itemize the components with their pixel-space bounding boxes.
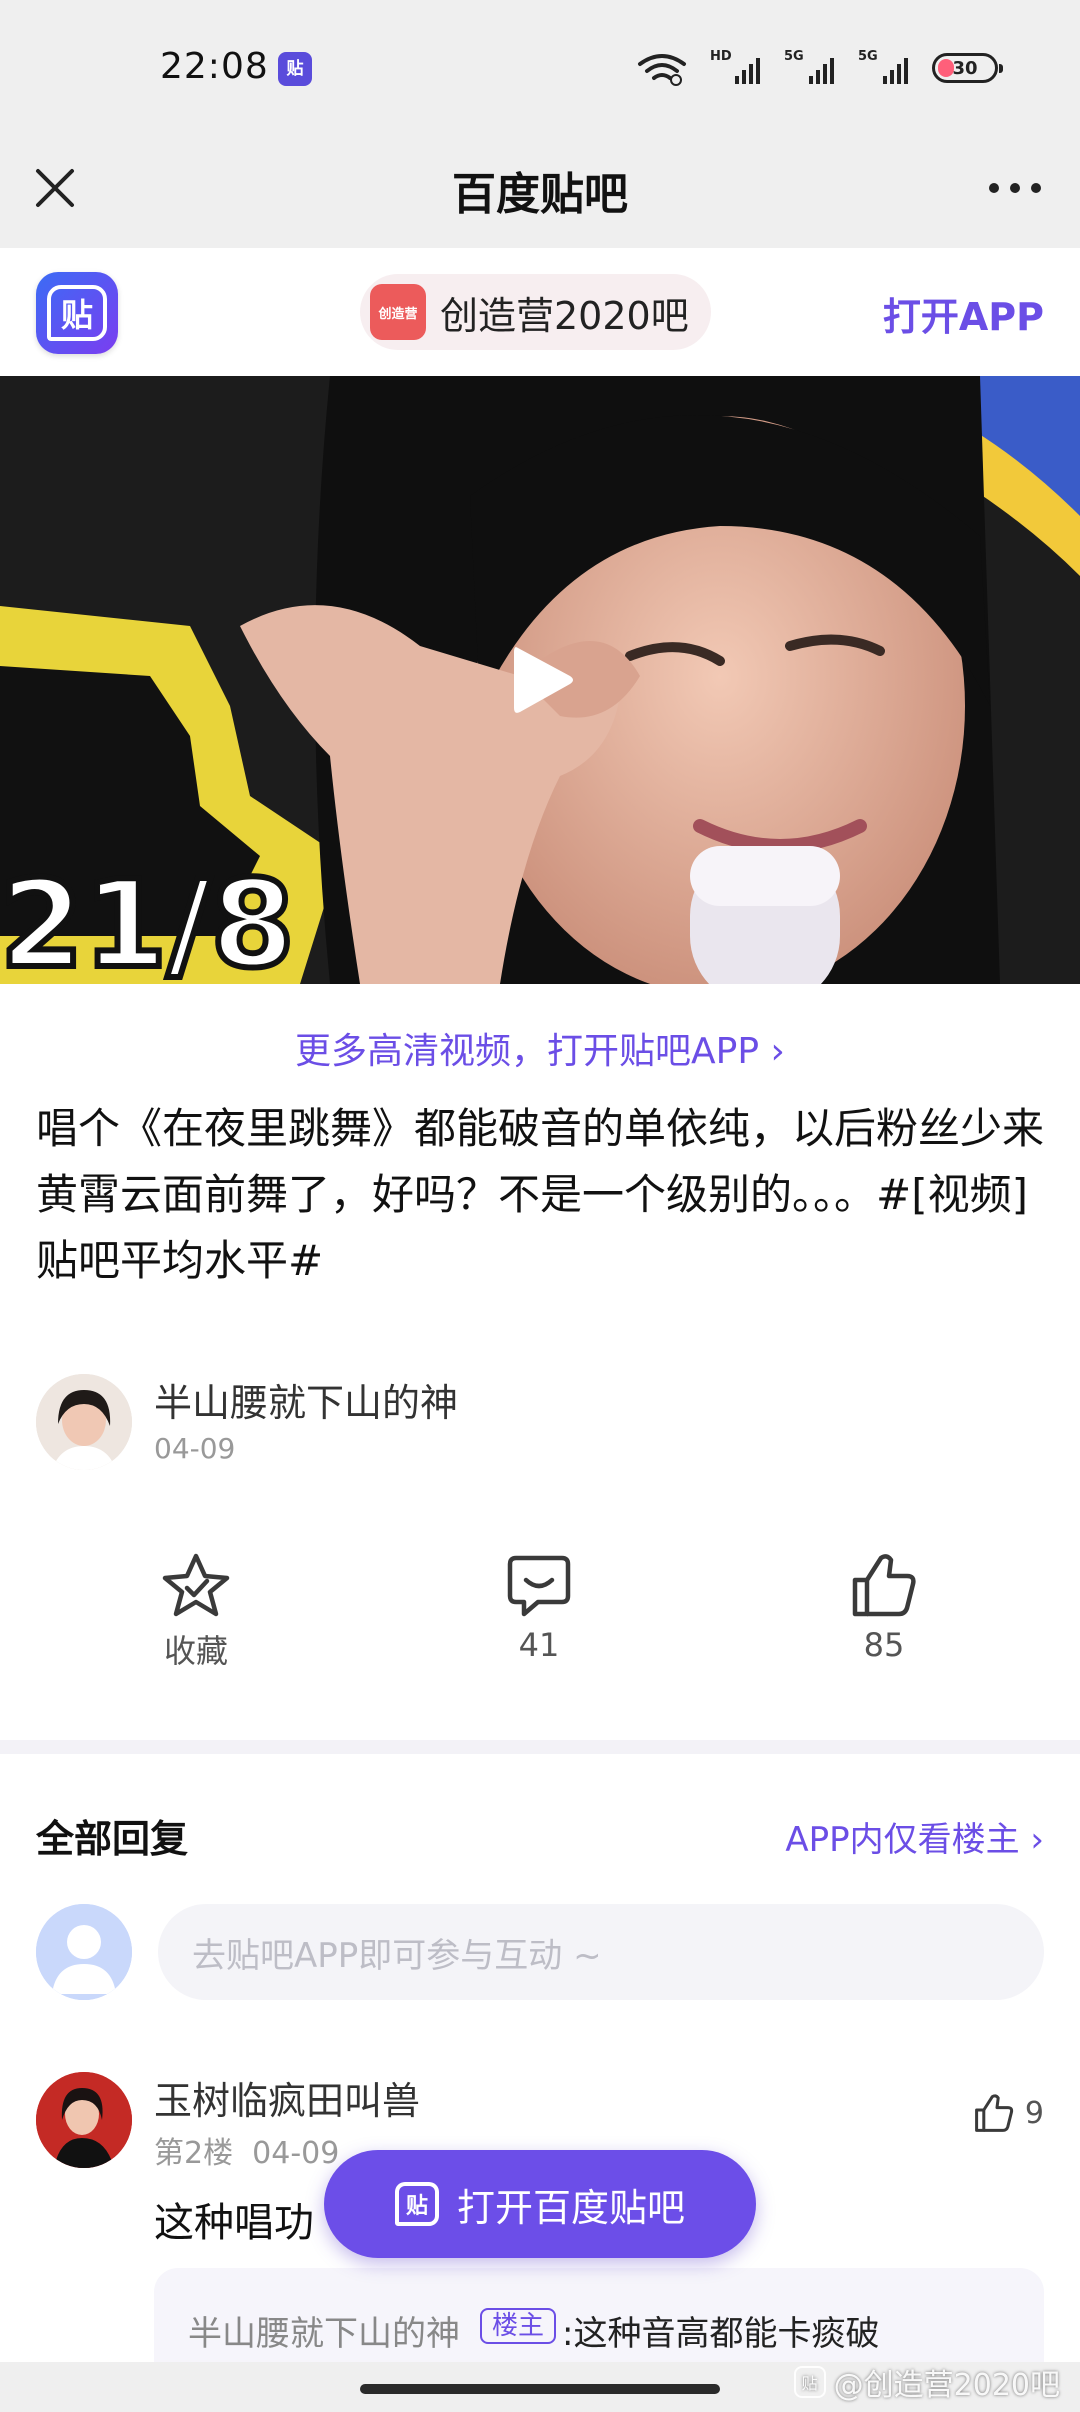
status-time: 22:08 xyxy=(160,46,269,87)
reply-input[interactable]: 去贴吧APP即可参与互动 ~ xyxy=(158,1904,1044,2000)
watermark-icon: 贴 xyxy=(793,2366,826,2398)
only-op-link[interactable]: APP内仅看楼主 › xyxy=(785,1812,1044,1861)
5g-signal-icon: 5G xyxy=(784,50,836,86)
status-icons: HD 5G 5G 30 xyxy=(636,48,1003,88)
commenter-name[interactable]: 玉树临疯田叫兽 xyxy=(154,2070,420,2125)
forum-name: 创造营2020吧 xyxy=(440,293,689,338)
forum-chip[interactable]: 创造营 创造营2020吧 xyxy=(360,274,711,350)
author-avatar[interactable] xyxy=(36,1374,132,1470)
star-icon xyxy=(162,1553,230,1617)
forum-icon: 创造营 xyxy=(370,284,426,340)
comment-floor: 第2楼 xyxy=(154,2136,234,2171)
status-bar: 22:08 贴 HD 5G 5G 30 xyxy=(0,0,1080,130)
tieba-notification-icon: 贴 xyxy=(278,52,312,86)
op-badge: 楼主 xyxy=(480,2308,557,2344)
section-divider xyxy=(0,1740,1080,1754)
user-avatar xyxy=(36,1904,132,2000)
signal-label: 5G xyxy=(784,49,804,64)
like-button[interactable]: 85 xyxy=(784,1550,984,1664)
comment-like-button[interactable]: 9 xyxy=(973,2092,1044,2134)
post-date: 04-09 xyxy=(154,1432,236,1465)
comment-date: 04-09 xyxy=(252,2136,340,2171)
comment-meta: 第2楼 04-09 xyxy=(154,2128,339,2172)
watermark: 贴 @创造营2020吧 xyxy=(793,2360,1060,2404)
quote-author: 半山腰就下山的神 xyxy=(188,2314,460,2354)
comment-button[interactable]: 41 xyxy=(439,1550,639,1664)
favorite-label: 收藏 xyxy=(163,1632,228,1670)
hd-signal-icon: HD xyxy=(710,50,762,86)
signal-label: HD xyxy=(710,49,732,64)
open-app-link[interactable]: 打开APP xyxy=(883,286,1044,341)
title-bar: 百度贴吧 xyxy=(0,130,1080,248)
watermark-text: @创造营2020吧 xyxy=(833,2368,1060,2403)
page-title: 百度贴吧 xyxy=(452,169,628,220)
post-title: 唱个《在夜里跳舞》都能破音的单依纯，以后粉丝少来黄霄云面前舞了，好吗？不是一个级… xyxy=(36,1104,1045,1285)
tieba-logo[interactable]: 贴 xyxy=(36,272,118,354)
replies-title: 全部回复 xyxy=(36,1817,189,1861)
more-button[interactable] xyxy=(980,160,1050,216)
more-hd-video-link[interactable]: 更多高清视频，打开贴吧APP › xyxy=(0,1022,1080,1074)
svg-text:21/8: 21/8 xyxy=(0,856,294,984)
commenter-avatar[interactable] xyxy=(36,2072,132,2168)
thumbs-up-icon xyxy=(852,1554,916,1617)
tieba-logo-text: 贴 xyxy=(47,285,107,341)
wifi-icon xyxy=(638,54,686,86)
comment-icon xyxy=(507,1555,571,1617)
battery-level: 30 xyxy=(952,57,978,79)
battery-icon: 30 xyxy=(932,53,1003,83)
home-indicator[interactable] xyxy=(360,2384,720,2394)
open-tieba-button[interactable]: 贴 打开百度贴吧 xyxy=(324,2150,756,2258)
author-name[interactable]: 半山腰就下山的神 xyxy=(154,1372,458,1427)
signal-label: 5G xyxy=(858,49,878,64)
tieba-icon: 贴 xyxy=(394,2182,439,2226)
like-count: 85 xyxy=(863,1626,905,1664)
favorite-button[interactable]: 收藏 xyxy=(96,1550,296,1672)
quote-text: :这种音高都能卡痰破 xyxy=(562,2314,880,2354)
comment-body: 这种唱功 xyxy=(154,2200,314,2246)
video-player[interactable]: 21/8 xyxy=(0,376,1080,984)
app-banner: 贴 创造营 创造营2020吧 打开APP xyxy=(0,248,1080,376)
comment-count: 41 xyxy=(518,1626,560,1664)
open-tieba-label: 打开百度贴吧 xyxy=(456,2185,685,2230)
5g-signal-icon: 5G xyxy=(858,50,910,86)
more-icon xyxy=(989,183,1041,193)
thumbs-up-icon xyxy=(975,2094,1014,2132)
comment-like-count: 9 xyxy=(1024,2095,1044,2131)
play-icon[interactable] xyxy=(500,640,580,720)
